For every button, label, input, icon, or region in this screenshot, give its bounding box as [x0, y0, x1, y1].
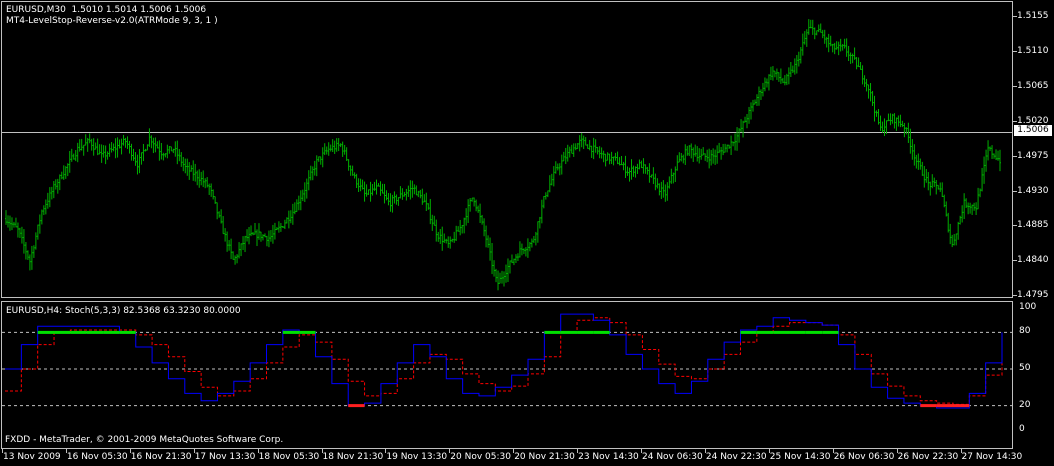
price-tick-label: 1.4930: [1017, 185, 1049, 196]
time-tick-mark: [449, 449, 451, 453]
time-tick-mark: [385, 449, 387, 453]
time-tick-mark: [896, 449, 898, 453]
time-tick-mark: [577, 449, 579, 453]
stochastic-header: EURUSD,H4: Stoch(5,3,3) 82.5368 63.3230 …: [6, 306, 241, 316]
overbought-marker: [560, 330, 578, 334]
overbought-marker: [593, 330, 610, 334]
overbought-marker: [86, 330, 104, 334]
overbought-marker: [54, 330, 71, 334]
time-tick-label: 20 Nov 05:30: [450, 452, 511, 462]
time-tick-label: 25 Nov 14:30: [769, 452, 831, 462]
overbought-marker: [544, 330, 561, 334]
stochastic-level-label: 0: [1019, 424, 1025, 434]
overbought-marker: [740, 330, 757, 334]
price-tick-label: 1.5155: [1017, 11, 1049, 21]
time-tick-label: 24 Nov 22:30: [705, 452, 767, 462]
metatrader-chart-window: EURUSD,M30 1.5010 1.5014 1.5006 1.5006 M…: [0, 0, 1054, 466]
stochastic-level-label: 100: [1019, 302, 1037, 312]
stochastic-panel[interactable]: EURUSD,H4: Stoch(5,3,3) 82.5368 63.3230 …: [1, 301, 1013, 449]
time-tick-label: 23 Nov 14:30: [578, 452, 639, 462]
price-chart-canvas: [2, 19, 1012, 291]
time-tick-label: 13 Nov 2009: [3, 452, 61, 462]
stochastic-canvas: [2, 313, 1012, 409]
time-tick-label: 16 Nov 05:30: [66, 452, 128, 462]
oversold-marker: [952, 404, 970, 408]
oversold-marker: [348, 404, 365, 408]
time-tick-mark: [641, 449, 642, 453]
price-bars: [5, 19, 1002, 291]
price-tick-mark: [1013, 295, 1017, 297]
price-tick-label: 1.5065: [1017, 80, 1049, 91]
time-tick-mark: [321, 449, 323, 453]
time-tick-label: 17 Nov 13:30: [194, 452, 256, 462]
overbought-marker: [822, 330, 839, 334]
overbought-marker: [299, 330, 316, 334]
time-tick-label: 16 Nov 21:30: [130, 452, 192, 462]
overbought-marker: [119, 330, 136, 334]
time-tick-label: 19 Nov 13:30: [386, 452, 448, 462]
overbought-marker: [282, 330, 300, 334]
price-tick-label: 1.4975: [1017, 150, 1049, 161]
overbought-marker: [789, 330, 806, 334]
stochastic-level-label: 20: [1019, 399, 1031, 410]
price-tick-label: 1.4885: [1017, 220, 1049, 231]
price-chart-panel[interactable]: EURUSD,M30 1.5010 1.5014 1.5006 1.5006 M…: [1, 1, 1013, 298]
price-tick-mark: [1013, 260, 1017, 262]
price-tick-mark: [1013, 16, 1017, 17]
time-tick-mark: [193, 449, 195, 453]
copyright-text: FXDD - MetaTrader, © 2001-2009 MetaQuote…: [5, 435, 284, 445]
time-tick-label: 24 Nov 06:30: [642, 452, 703, 462]
time-tick-label: 26 Nov 06:30: [833, 452, 895, 462]
price-tick-mark: [1013, 225, 1017, 227]
overbought-marker: [756, 330, 774, 334]
time-tick-label: 26 Nov 22:30: [897, 452, 959, 462]
price-chart-header: EURUSD,M30 1.5010 1.5014 1.5006 1.5006: [6, 5, 207, 15]
time-tick-mark: [513, 449, 515, 453]
price-tick-mark: [1013, 120, 1017, 122]
time-tick-mark: [65, 449, 67, 453]
current-price-label: 1.5006: [1014, 125, 1052, 136]
time-tick-mark: [960, 449, 962, 453]
price-tick-label: 1.4795: [1017, 290, 1049, 301]
overbought-marker: [805, 330, 823, 334]
time-tick-label: 27 Nov 14:30: [961, 452, 1023, 462]
stochastic-level-label: 80: [1019, 326, 1031, 337]
time-tick-mark: [2, 449, 3, 453]
time-tick-mark: [768, 449, 770, 453]
time-tick-mark: [832, 449, 834, 453]
price-tick-label: 1.4840: [1017, 255, 1049, 266]
stochastic-level-label: 50: [1019, 363, 1031, 373]
time-tick-mark: [257, 449, 259, 453]
overbought-marker: [70, 330, 87, 334]
price-tick-label: 1.5110: [1017, 45, 1049, 56]
time-tick-mark: [704, 449, 706, 453]
price-tick-mark: [1013, 50, 1017, 52]
time-tick-label: 18 Nov 05:30: [258, 452, 320, 462]
overbought-marker: [773, 330, 790, 334]
stochastic-signal-line: [5, 317, 1003, 405]
overbought-marker: [37, 330, 55, 334]
overbought-marker: [577, 330, 594, 334]
stochastic-main-line: [5, 313, 1003, 409]
price-tick-mark: [1013, 190, 1017, 192]
price-tick-mark: [1013, 85, 1017, 87]
oversold-marker: [936, 404, 953, 408]
price-tick-mark: [1013, 155, 1017, 157]
overbought-marker: [103, 330, 120, 334]
time-tick-mark: [129, 449, 131, 453]
indicator-header: MT4-LevelStop-Reverse-v2.0(ATRMode 9, 3,…: [6, 16, 218, 26]
time-tick-label: 18 Nov 21:30: [322, 452, 384, 462]
oversold-marker: [920, 404, 937, 408]
time-tick-label: 20 Nov 21:30: [514, 452, 575, 462]
